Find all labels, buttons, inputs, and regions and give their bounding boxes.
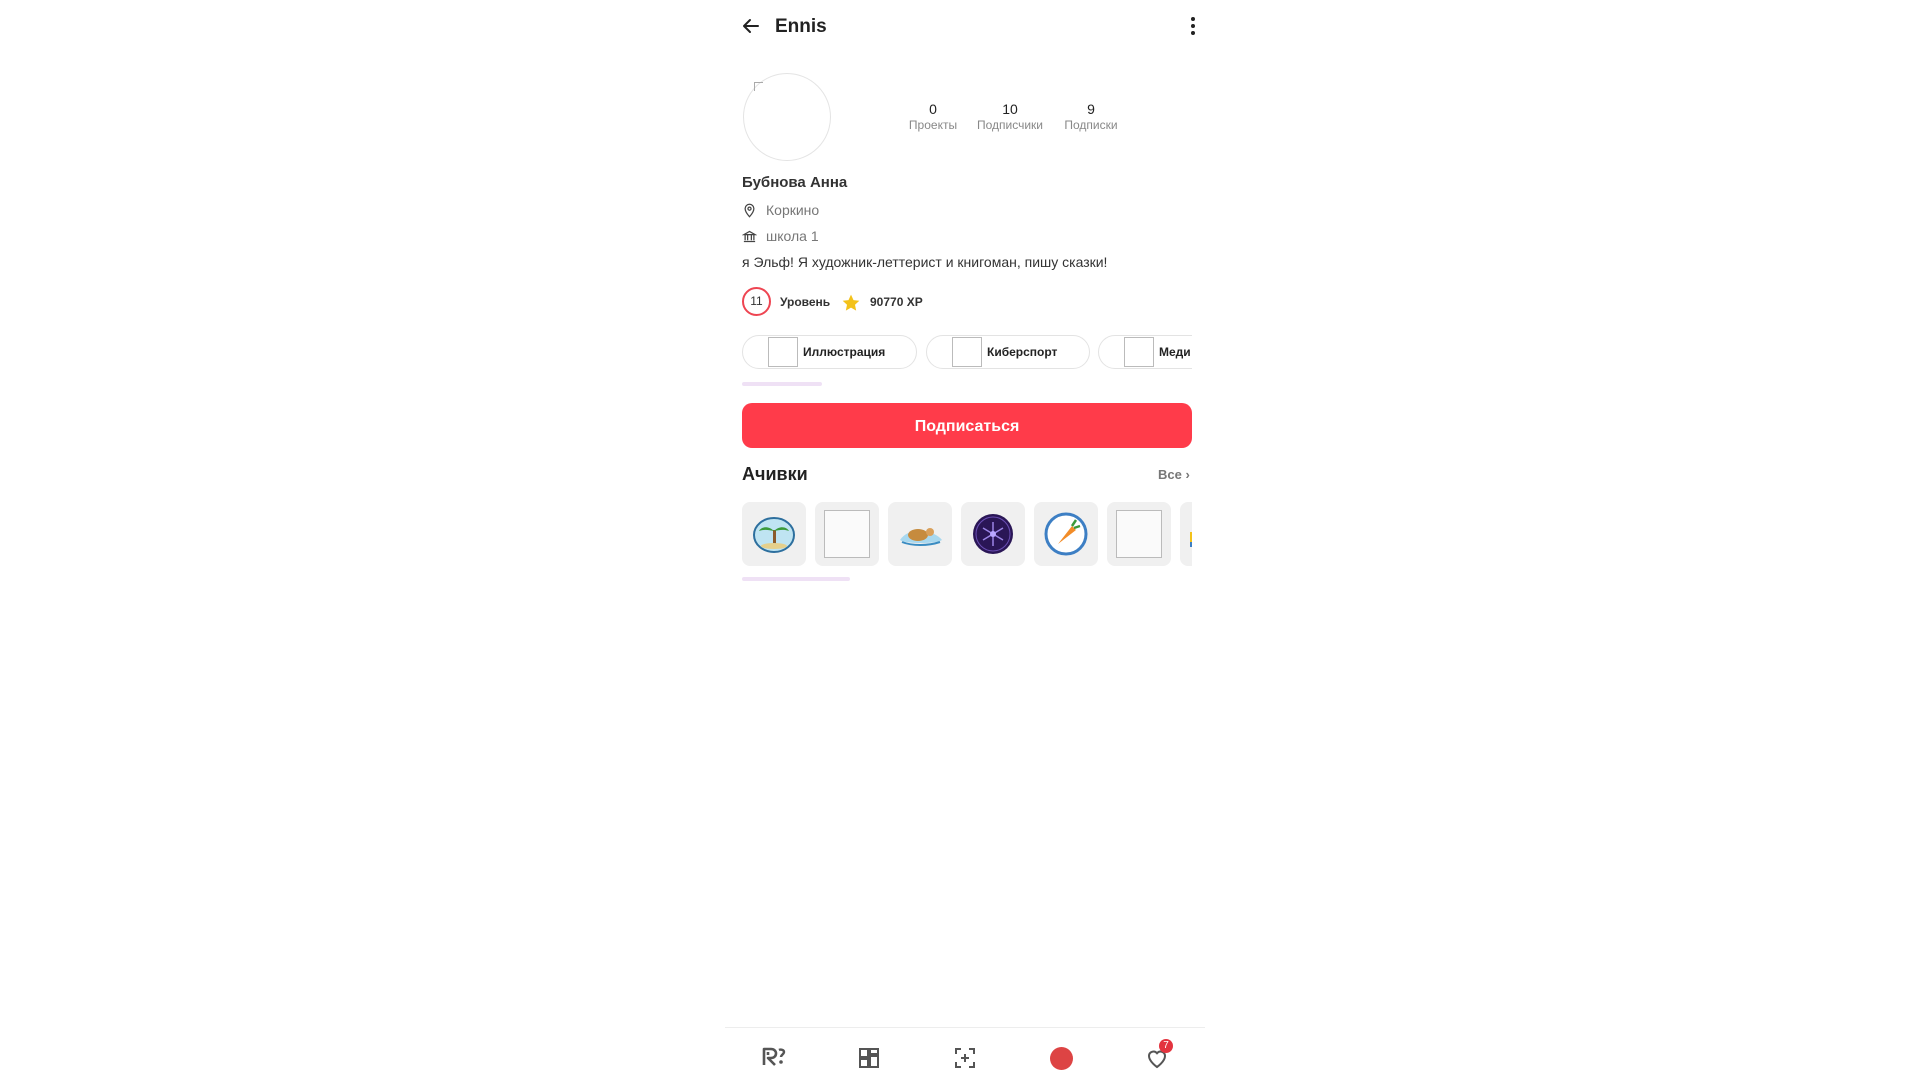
stat-value: 0 [929,101,937,117]
see-all-achievements-link[interactable]: Все › [1158,467,1190,482]
notification-count-badge: 7 [1159,1039,1173,1053]
achievement-network[interactable] [961,502,1025,566]
interest-image [952,337,982,367]
nav-favorites[interactable]: 7 [1109,1028,1205,1081]
school-row: школа 1 [742,228,819,244]
stat-value: 9 [1087,101,1095,117]
chips-scroll-indicator [742,382,822,386]
interest-label: Киберспорт [987,345,1058,359]
interest-chip[interactable]: Киберспорт [926,335,1090,369]
stat-projects[interactable]: 0 Проекты [905,101,961,133]
stat-label: Подписки [1064,118,1118,132]
carrot-badge-icon [1044,512,1088,556]
interest-chip[interactable]: Иллюстрация [742,335,917,369]
stat-value: 10 [1002,101,1018,117]
achievements-title: Ачивки [742,464,808,484]
profile-screen: Ennis 0 Проекты 10 Подписчики 9 Подписки… [725,0,1205,1080]
achievements-list [742,502,1192,568]
school-text: школа 1 [766,228,819,244]
bottom-navigation: 7 [725,1027,1205,1081]
profile-avatar[interactable] [743,73,831,161]
achievement-placeholder[interactable] [1107,502,1171,566]
nav-profile[interactable] [1013,1028,1109,1081]
achievement-placeholder[interactable] [815,502,879,566]
xp-value: 90770 XP [870,295,923,309]
interest-image [1124,337,1154,367]
stat-label: Проекты [908,118,958,132]
interest-chip[interactable]: Меди [1098,335,1192,369]
page-title: Ennis [775,16,827,37]
interest-image [768,337,798,367]
profile-avatar [1050,1047,1073,1070]
sea-turtle-badge-icon [900,528,942,546]
location-pin-icon [744,203,755,218]
institution-icon [742,230,757,242]
interest-chips: Иллюстрация Киберспорт Меди [742,335,1192,371]
stat-following[interactable]: 9 Подписки [1058,101,1124,133]
achievement-turtle[interactable] [888,502,952,566]
nav-create[interactable] [917,1028,1013,1081]
location-row: Коркино [742,202,819,218]
network-badge-icon [973,514,1013,554]
stat-followers[interactable]: 10 Подписчики [972,101,1048,133]
image-placeholder-icon [824,510,870,558]
interest-label: Иллюстрация [803,345,886,359]
grid-icon [859,1048,879,1068]
people-badge-icon [1190,532,1192,547]
city-text: Коркино [766,202,820,218]
star-icon [842,294,860,311]
top-app-bar: Ennis [725,0,1205,56]
achievements-scroll-indicator [742,577,850,581]
nav-catalog[interactable] [821,1028,917,1081]
broken-image-icon [754,82,763,91]
nav-home[interactable] [725,1028,821,1081]
bio-text: я Эльф! Я художник-леттерист и книгоман,… [742,254,1108,270]
level-label: Уровень [780,295,831,309]
back-arrow-icon[interactable] [739,14,763,38]
level-badge: 11 [742,287,771,316]
achievement-carrot[interactable] [1034,502,1098,566]
full-name: Бубнова Анна [742,174,848,191]
achievement-palm-tree[interactable] [742,502,806,566]
interest-label: Меди [1159,345,1191,359]
palm-tree-badge-icon [753,517,795,553]
add-scan-icon [955,1048,975,1068]
stat-label: Подписчики [976,118,1043,132]
subscribe-button[interactable]: Подписаться [742,403,1192,448]
home-r-logo-icon [762,1047,786,1066]
image-placeholder-icon [1116,510,1162,558]
achievement-people[interactable] [1180,502,1192,566]
more-vertical-icon[interactable] [1181,14,1205,38]
